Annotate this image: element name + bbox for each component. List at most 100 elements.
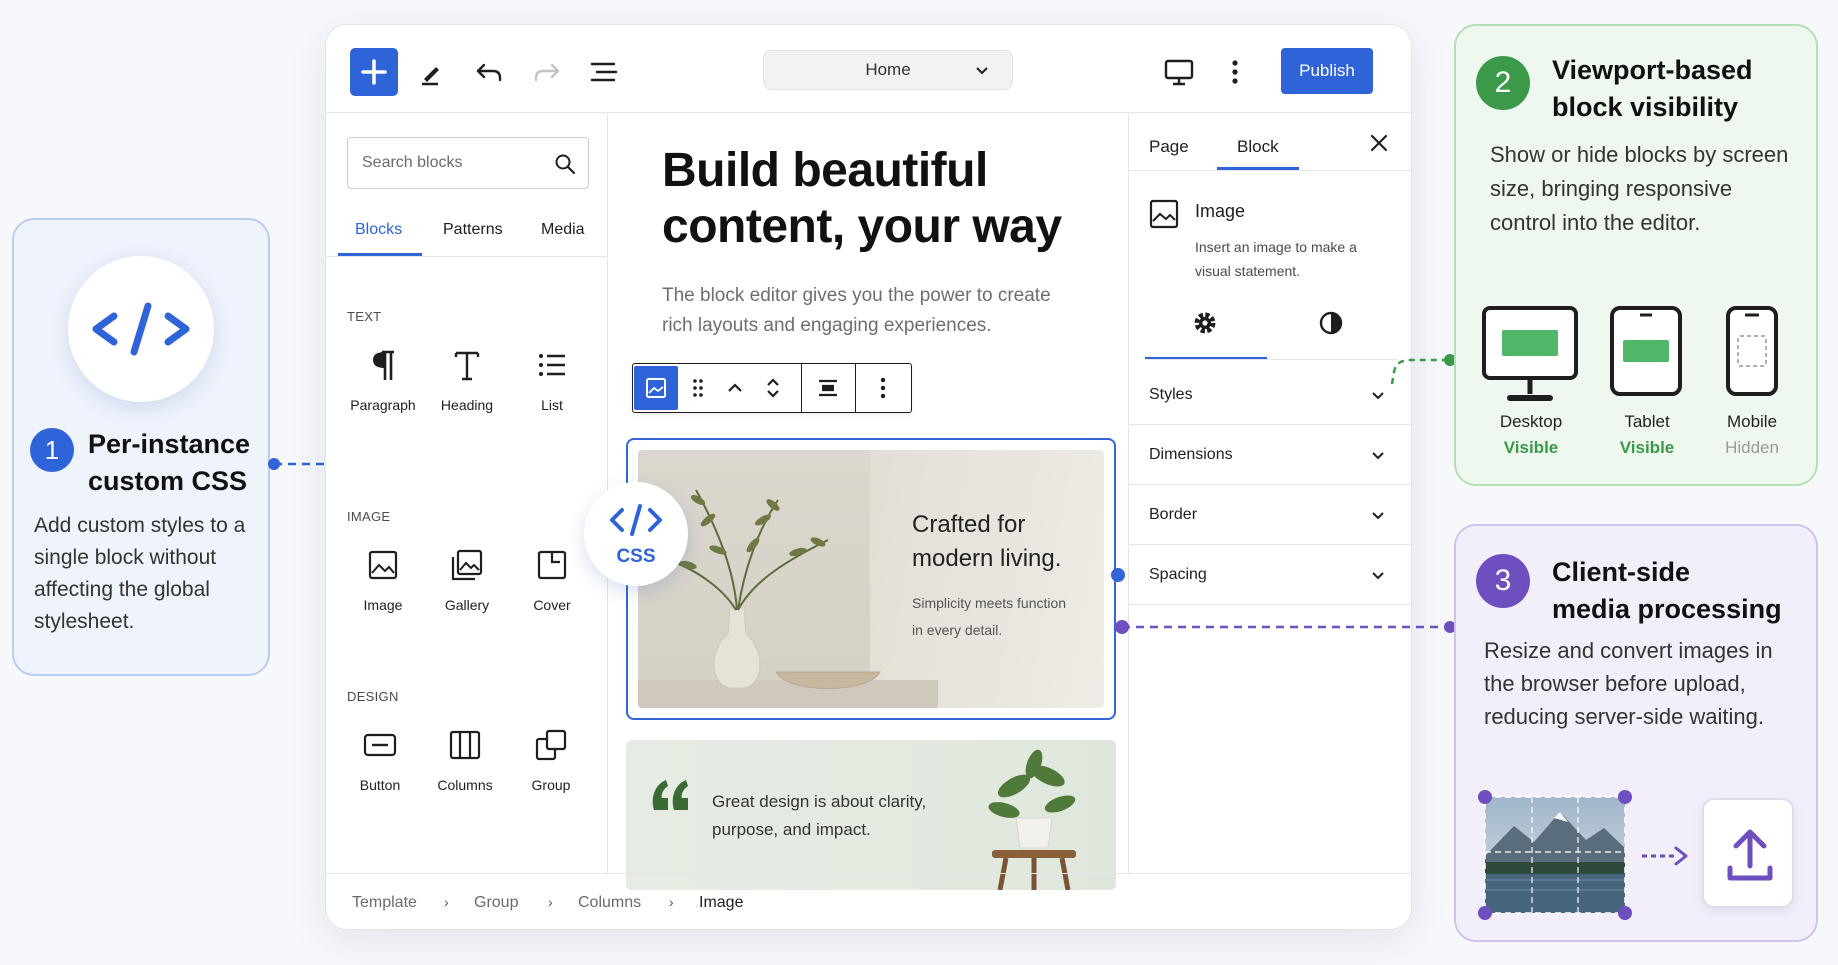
block-columns[interactable]: Columns bbox=[420, 725, 510, 793]
device-desktop-state: Visible bbox=[1503, 438, 1559, 457]
breadcrumb-current[interactable]: Image bbox=[699, 894, 743, 912]
styles-contrast-icon[interactable] bbox=[1317, 309, 1345, 337]
block-breadcrumb: Template › Group › Columns › Image bbox=[326, 873, 1411, 929]
settings-gear-icon[interactable] bbox=[1191, 309, 1219, 337]
move-up-button[interactable] bbox=[717, 364, 753, 412]
block-image[interactable]: Image bbox=[338, 545, 428, 613]
undo-button[interactable] bbox=[470, 53, 508, 91]
list-view-icon bbox=[590, 62, 618, 82]
tab-patterns[interactable]: Patterns bbox=[443, 221, 503, 239]
code-icon bbox=[610, 504, 662, 536]
move-button[interactable] bbox=[755, 364, 791, 412]
group-icon bbox=[535, 729, 567, 761]
chevron-right-icon: › bbox=[669, 894, 674, 910]
hero-paragraph[interactable]: The block editor gives you the power to … bbox=[662, 281, 1082, 341]
tab-media[interactable]: Media bbox=[541, 221, 585, 239]
callout-viewport-visibility: 2 Viewport-based block visibility Show or… bbox=[1454, 24, 1818, 486]
gallery-icon bbox=[451, 549, 483, 581]
publish-button[interactable]: Publish bbox=[1281, 48, 1373, 94]
panel-dimensions[interactable]: Dimensions bbox=[1129, 425, 1411, 485]
block-toolbar bbox=[632, 363, 912, 413]
step-number-1: 1 bbox=[30, 428, 74, 472]
block-editor-window: Home Publish Search blocks Blocks Patter… bbox=[325, 24, 1412, 930]
callout-media-body: Resize and convert images in the browser… bbox=[1484, 638, 1773, 729]
breadcrumb-item[interactable]: Columns bbox=[578, 894, 641, 912]
document-overview-button[interactable] bbox=[585, 53, 623, 91]
panel-styles[interactable]: Styles bbox=[1129, 365, 1411, 425]
quote-block[interactable]: Great design is about clarity, purpose, a… bbox=[626, 740, 1116, 890]
align-button[interactable] bbox=[803, 364, 853, 412]
code-icon-circle bbox=[68, 256, 214, 402]
vase-plant-illustration bbox=[665, 489, 881, 689]
block-gallery[interactable]: Gallery bbox=[422, 545, 512, 613]
close-icon[interactable] bbox=[1365, 129, 1393, 157]
chevron-down-icon bbox=[1372, 452, 1384, 460]
callout-viewport-title: Viewport-based block visibility bbox=[1552, 55, 1753, 122]
callout-css-title: Per-instance custom CSS bbox=[88, 429, 251, 496]
block-group[interactable]: Group bbox=[506, 725, 596, 793]
chevron-down-icon bbox=[1372, 512, 1384, 520]
block-button[interactable]: Button bbox=[335, 725, 425, 793]
image-block-photo: Crafted for modern living. Simplicity mee… bbox=[638, 450, 1104, 708]
hero-heading[interactable]: Build beautiful content, your way bbox=[662, 143, 1082, 255]
tab-divider bbox=[326, 256, 608, 257]
panel-spacing[interactable]: Spacing bbox=[1129, 545, 1411, 605]
breadcrumb-item[interactable]: Group bbox=[474, 894, 518, 912]
tab-page[interactable]: Page bbox=[1149, 137, 1189, 157]
image-crop-illustration bbox=[1478, 790, 1632, 920]
resize-handle[interactable] bbox=[1111, 568, 1125, 582]
more-vertical-icon bbox=[880, 377, 886, 399]
device-desktop-label: Desktop bbox=[1499, 412, 1563, 431]
block-heading[interactable]: Heading bbox=[422, 345, 512, 413]
block-card-title: Image bbox=[1195, 201, 1246, 221]
block-paragraph[interactable]: Paragraph bbox=[338, 345, 428, 413]
breadcrumb-item[interactable]: Template bbox=[352, 894, 417, 912]
callout-custom-css: 1 Per-instance custom CSS Add custom styl… bbox=[12, 218, 270, 676]
potted-plant-illustration bbox=[988, 749, 1076, 890]
preview-button[interactable] bbox=[1160, 53, 1198, 91]
connector-media bbox=[1115, 620, 1456, 634]
chevron-up-icon bbox=[728, 383, 742, 392]
upload-button[interactable] bbox=[1702, 798, 1794, 908]
chevron-right-icon: › bbox=[444, 894, 449, 910]
button-icon bbox=[363, 733, 397, 757]
step-number-3: 3 bbox=[1476, 554, 1530, 608]
image-caption-subtitle: Simplicity meets function in every detail… bbox=[912, 595, 1067, 638]
search-blocks-input[interactable]: Search blocks bbox=[347, 137, 589, 189]
mobile-device-icon bbox=[1726, 306, 1778, 396]
tab-block[interactable]: Block bbox=[1237, 137, 1279, 157]
add-block-button[interactable] bbox=[350, 48, 398, 96]
callout-css-body: Add custom styles to a single block with… bbox=[34, 514, 246, 633]
image-icon bbox=[1149, 199, 1179, 229]
category-design-label: DESIGN bbox=[347, 689, 399, 704]
drag-handle[interactable] bbox=[683, 364, 713, 412]
device-tablet-label: Tablet bbox=[1624, 412, 1670, 431]
drag-handle-icon bbox=[693, 379, 703, 397]
pencil-icon bbox=[422, 67, 439, 86]
list-icon bbox=[539, 354, 565, 376]
edit-tool-button[interactable] bbox=[412, 53, 450, 91]
block-options-button[interactable] bbox=[857, 364, 909, 412]
paragraph-icon bbox=[373, 350, 394, 380]
undo-icon bbox=[476, 63, 502, 82]
step-number-2: 2 bbox=[1476, 56, 1530, 110]
align-center-icon bbox=[819, 379, 837, 397]
tab-blocks[interactable]: Blocks bbox=[355, 221, 402, 239]
chevron-down-icon bbox=[1372, 572, 1384, 580]
image-icon bbox=[368, 550, 398, 580]
block-list[interactable]: List bbox=[507, 345, 597, 413]
redo-icon bbox=[534, 63, 560, 82]
block-type-switcher[interactable] bbox=[633, 364, 679, 412]
panel-border[interactable]: Border bbox=[1129, 485, 1411, 545]
options-button[interactable] bbox=[1216, 53, 1254, 91]
redo-button[interactable] bbox=[528, 53, 566, 91]
editor-top-toolbar: Home Publish bbox=[326, 25, 1411, 113]
chevron-up-down-icon bbox=[767, 378, 779, 398]
cover-icon bbox=[537, 550, 567, 580]
editor-canvas: Build beautiful content, your way The bl… bbox=[608, 113, 1128, 890]
device-mobile-state: Hidden bbox=[1725, 438, 1779, 457]
chevron-down-icon bbox=[1372, 392, 1384, 400]
image-block-selected[interactable]: Crafted for modern living. Simplicity mee… bbox=[626, 438, 1125, 720]
callout-media-title: Client-side media processing bbox=[1552, 557, 1782, 624]
document-title-selector[interactable]: Home bbox=[763, 50, 1013, 90]
